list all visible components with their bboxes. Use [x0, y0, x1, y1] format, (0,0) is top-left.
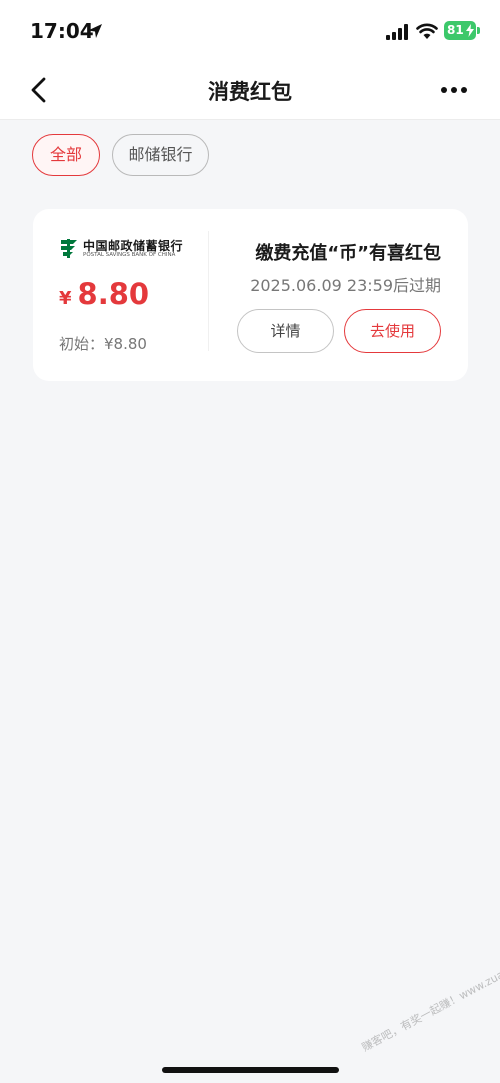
more-options-icon[interactable]	[436, 78, 472, 102]
bank-logo: 中国邮政储蓄银行 POSTAL SAVINGS BANK OF CHINA	[58, 237, 188, 261]
expiry-text: 2025.06.09 23:59后过期	[250, 276, 441, 295]
status-time: 17:04	[30, 19, 94, 43]
currency-symbol: ¥	[59, 288, 72, 309]
use-button[interactable]: 去使用	[344, 309, 441, 353]
status-bar: 17:04 81	[0, 0, 500, 62]
wifi-icon	[416, 23, 438, 39]
top-bar: 17:04 81 消费红包	[0, 0, 500, 120]
location-arrow-icon	[88, 24, 102, 38]
cellular-signal-icon	[386, 24, 408, 40]
filter-chip-all[interactable]: 全部	[32, 134, 100, 176]
battery-level: 81	[447, 23, 464, 37]
watermark: 赚客吧，有奖一起赚！www.zuanke8.com	[359, 942, 500, 1055]
card-divider	[208, 231, 209, 351]
battery-nub	[477, 27, 480, 34]
filter-chip-postal-bank[interactable]: 邮储银行	[112, 134, 209, 176]
charging-bolt-icon	[466, 24, 474, 37]
home-indicator[interactable]	[162, 1067, 339, 1073]
amount-value: 8.80	[77, 277, 150, 311]
battery-indicator: 81	[444, 21, 476, 40]
postal-bank-logo-icon	[61, 239, 77, 258]
details-button[interactable]: 详情	[237, 309, 334, 353]
initial-amount: 初始：¥8.80	[59, 335, 147, 353]
red-packet-card: 中国邮政储蓄银行 POSTAL SAVINGS BANK OF CHINA ¥8…	[33, 209, 468, 381]
bank-logo-english: POSTAL SAVINGS BANK OF CHINA	[83, 252, 176, 258]
page-title: 消费红包	[208, 80, 292, 104]
packet-amount: ¥8.80	[59, 277, 149, 311]
nav-bar: 消费红包	[0, 62, 500, 120]
packet-title: 缴费充值“币”有喜红包	[255, 243, 441, 264]
